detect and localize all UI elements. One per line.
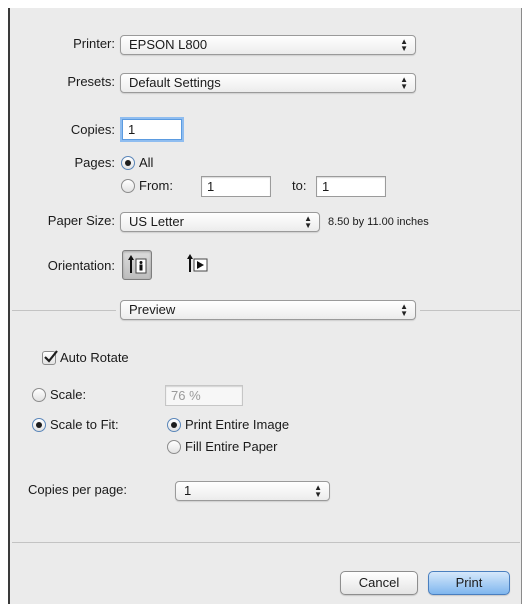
print-button[interactable]: Print [428, 571, 510, 595]
presets-value: Default Settings [129, 75, 221, 90]
popup-arrows-icon: ▲ ▼ [400, 37, 408, 53]
section-value: Preview [129, 302, 176, 317]
print-dialog: Printer: EPSON L800 ▲ ▼ Presets: Default … [8, 8, 522, 604]
auto-rotate-label[interactable]: Auto Rotate [60, 348, 129, 368]
pages-label: Pages: [74, 155, 115, 170]
fill-entire-paper-radio[interactable] [167, 440, 181, 454]
scale-to-fit-radio[interactable] [32, 418, 46, 432]
auto-rotate-checkbox[interactable] [42, 350, 58, 365]
printer-popup[interactable]: EPSON L800 ▲ ▼ [120, 35, 416, 55]
popup-arrows-icon: ▲ ▼ [304, 214, 312, 230]
scale-label[interactable]: Scale: [50, 385, 86, 405]
presets-label: Presets: [67, 74, 115, 89]
portrait-orientation-icon[interactable] [122, 250, 152, 280]
pages-all-label[interactable]: All [139, 153, 153, 173]
landscape-orientation-icon[interactable] [182, 250, 212, 280]
copies-per-page-label: Copies per page: [28, 482, 128, 497]
printer-label: Printer: [73, 36, 115, 51]
print-entire-image-label[interactable]: Print Entire Image [185, 415, 289, 435]
copies-per-page-value: 1 [184, 483, 192, 498]
pages-from-field[interactable]: 1 [201, 176, 271, 197]
pages-from-label[interactable]: From: [139, 176, 173, 196]
popup-arrows-icon: ▲ ▼ [314, 483, 322, 499]
paper-size-popup[interactable]: US Letter ▲ ▼ [120, 212, 320, 232]
paper-size-value: US Letter [129, 214, 184, 229]
pages-to-field[interactable]: 1 [316, 176, 386, 197]
pages-to-label: to: [292, 178, 307, 193]
scale-field: 76 % [165, 385, 243, 406]
bottom-divider [12, 542, 520, 543]
section-divider-right [420, 310, 520, 311]
cancel-button[interactable]: Cancel [340, 571, 418, 595]
orientation-label: Orientation: [47, 258, 115, 273]
printer-value: EPSON L800 [129, 37, 208, 52]
presets-popup[interactable]: Default Settings ▲ ▼ [120, 73, 416, 93]
pages-all-radio[interactable] [121, 156, 135, 170]
popup-arrows-icon: ▲ ▼ [400, 75, 408, 91]
scale-to-fit-label[interactable]: Scale to Fit: [50, 415, 119, 435]
section-popup[interactable]: Preview ▲ ▼ [120, 300, 416, 320]
scale-radio[interactable] [32, 388, 46, 402]
paper-dimensions: 8.50 by 11.00 inches [328, 216, 429, 228]
copies-per-page-popup[interactable]: 1 ▲ ▼ [175, 481, 330, 501]
section-divider-left [12, 310, 116, 311]
popup-arrows-icon: ▲ ▼ [400, 302, 408, 318]
fill-entire-paper-label[interactable]: Fill Entire Paper [185, 437, 277, 457]
copies-field[interactable]: 1 [122, 119, 182, 140]
print-entire-image-radio[interactable] [167, 418, 181, 432]
copies-label: Copies: [70, 122, 115, 137]
paper-size-label: Paper Size: [47, 213, 115, 228]
pages-from-radio[interactable] [121, 179, 135, 193]
